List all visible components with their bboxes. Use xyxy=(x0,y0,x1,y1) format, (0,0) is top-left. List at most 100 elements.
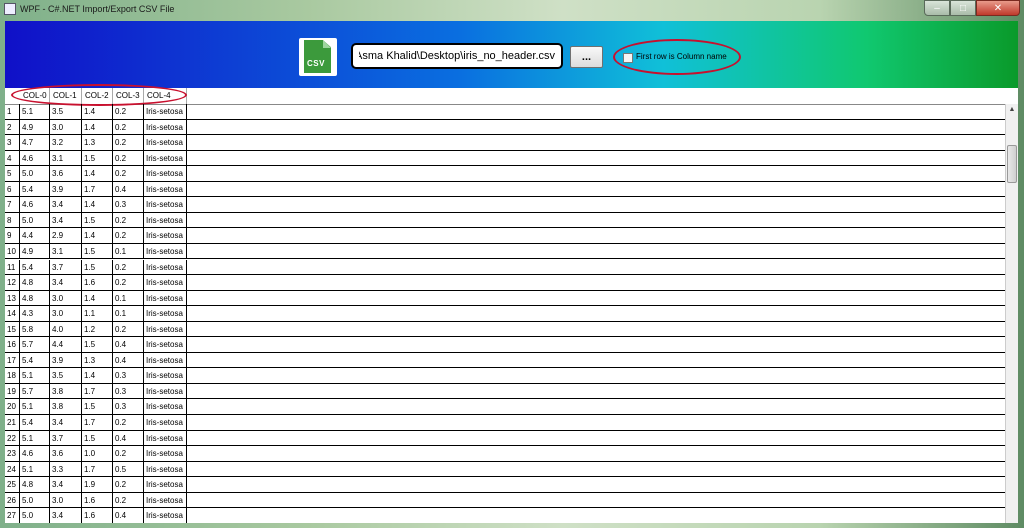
table-cell[interactable]: 0.4 xyxy=(113,352,144,368)
table-cell[interactable]: Iris-setosa xyxy=(144,104,187,119)
table-cell[interactable]: 1.1 xyxy=(82,306,113,322)
table-cell[interactable]: 0.2 xyxy=(113,321,144,337)
table-row[interactable]: 19 5.7 3.8 1.7 0.3 Iris-setosa xyxy=(5,383,1005,400)
table-cell[interactable]: 1.5 xyxy=(82,399,113,415)
table-cell[interactable]: 0.4 xyxy=(113,508,144,523)
table-cell[interactable]: Iris-setosa xyxy=(144,212,187,228)
table-row[interactable]: 9 4.4 2.9 1.4 0.2 Iris-setosa xyxy=(5,228,1005,244)
table-cell[interactable]: 5.7 xyxy=(20,337,50,353)
table-cell[interactable]: 0.2 xyxy=(113,259,144,275)
table-cell[interactable]: 1.2 xyxy=(82,321,113,337)
table-cell[interactable]: 0.2 xyxy=(113,119,144,135)
table-cell[interactable]: 4.6 xyxy=(20,150,50,166)
table-cell[interactable]: 3.9 xyxy=(50,181,82,197)
table-cell[interactable]: 1.5 xyxy=(82,150,113,166)
table-row[interactable]: 1 5.1 3.5 1.4 0.2 Iris-setosa xyxy=(5,104,1005,120)
table-cell[interactable]: 0.2 xyxy=(113,477,144,493)
table-cell[interactable]: 0.2 xyxy=(113,166,144,182)
table-row[interactable]: 3 4.7 3.2 1.3 0.2 Iris-setosa xyxy=(5,135,1005,151)
column-header-col-0[interactable]: COL-0 xyxy=(20,88,50,104)
table-cell[interactable]: 3.5 xyxy=(50,104,82,119)
table-row[interactable]: 10 4.9 3.1 1.5 0.1 Iris-setosa xyxy=(5,243,1005,260)
table-row[interactable]: 14 4.3 3.0 1.1 0.1 Iris-setosa xyxy=(5,306,1005,322)
table-cell[interactable]: Iris-setosa xyxy=(144,492,187,508)
table-cell[interactable]: 0.4 xyxy=(113,430,144,446)
browse-button[interactable]: ... xyxy=(570,46,603,68)
table-cell[interactable]: 5.1 xyxy=(20,104,50,119)
table-cell[interactable]: 0.2 xyxy=(113,275,144,291)
table-cell[interactable]: 3.3 xyxy=(50,461,82,477)
table-cell[interactable]: Iris-setosa xyxy=(144,399,187,415)
table-cell[interactable]: 3.7 xyxy=(50,259,82,275)
table-cell[interactable]: 3.7 xyxy=(50,430,82,446)
table-row[interactable]: 22 5.1 3.7 1.5 0.4 Iris-setosa xyxy=(5,430,1005,447)
table-cell[interactable]: 1.3 xyxy=(82,135,113,151)
table-row[interactable]: 2 4.9 3.0 1.4 0.2 Iris-setosa xyxy=(5,119,1005,136)
column-header-col-4[interactable]: COL-4 xyxy=(144,88,187,104)
table-cell[interactable]: 0.3 xyxy=(113,197,144,213)
table-cell[interactable]: 1.0 xyxy=(82,446,113,462)
table-cell[interactable]: 0.4 xyxy=(113,181,144,197)
table-cell[interactable]: 2.9 xyxy=(50,228,82,244)
csv-data-grid[interactable]: COL-0 COL-1 COL-2 COL-3 COL-4 1 5.1 3.5 1.4 0.2 I… xyxy=(5,84,1018,523)
table-cell[interactable]: 5.1 xyxy=(20,461,50,477)
app-window-icon[interactable] xyxy=(4,3,16,15)
table-cell[interactable]: Iris-setosa xyxy=(144,477,187,493)
table-cell[interactable]: Iris-setosa xyxy=(144,259,187,275)
table-cell[interactable]: 5.1 xyxy=(20,399,50,415)
table-cell[interactable]: 1.7 xyxy=(82,461,113,477)
table-cell[interactable]: 3.0 xyxy=(50,306,82,322)
table-cell[interactable]: 1.5 xyxy=(82,259,113,275)
table-cell[interactable]: 5.4 xyxy=(20,259,50,275)
table-cell[interactable]: 4.0 xyxy=(50,321,82,337)
table-cell[interactable]: 3.0 xyxy=(50,492,82,508)
table-cell[interactable]: 4.6 xyxy=(20,446,50,462)
table-row[interactable]: 17 5.4 3.9 1.3 0.4 Iris-setosa xyxy=(5,352,1005,369)
table-row[interactable]: 20 5.1 3.8 1.5 0.3 Iris-setosa xyxy=(5,399,1005,415)
table-cell[interactable]: 3.4 xyxy=(50,212,82,228)
table-cell[interactable]: Iris-setosa xyxy=(144,415,187,430)
table-cell[interactable]: Iris-setosa xyxy=(144,508,187,523)
table-cell[interactable]: 3.8 xyxy=(50,399,82,415)
table-cell[interactable]: 1.4 xyxy=(82,197,113,213)
table-cell[interactable]: Iris-setosa xyxy=(144,321,187,337)
table-cell[interactable]: 0.2 xyxy=(113,228,144,244)
table-cell[interactable]: 1.4 xyxy=(82,119,113,135)
table-cell[interactable]: 3.6 xyxy=(50,166,82,182)
table-cell[interactable]: 4.7 xyxy=(20,135,50,151)
table-cell[interactable]: 5.7 xyxy=(20,383,50,399)
table-row[interactable]: 15 5.8 4.0 1.2 0.2 Iris-setosa xyxy=(5,321,1005,338)
table-cell[interactable]: 3.4 xyxy=(50,477,82,493)
table-cell[interactable]: 3.0 xyxy=(50,119,82,135)
table-cell[interactable]: Iris-setosa xyxy=(144,135,187,151)
table-cell[interactable]: 1.3 xyxy=(82,352,113,368)
table-cell[interactable]: 3.8 xyxy=(50,383,82,399)
table-cell[interactable]: 3.4 xyxy=(50,508,82,523)
table-cell[interactable]: 1.4 xyxy=(82,228,113,244)
table-cell[interactable]: 0.2 xyxy=(113,212,144,228)
table-cell[interactable]: 0.2 xyxy=(113,135,144,151)
table-cell[interactable]: 0.3 xyxy=(113,368,144,384)
column-header-col-1[interactable]: COL-1 xyxy=(50,88,82,104)
table-cell[interactable]: Iris-setosa xyxy=(144,306,187,322)
table-cell[interactable]: 5.0 xyxy=(20,212,50,228)
column-header-col-3[interactable]: COL-3 xyxy=(113,88,144,104)
table-row[interactable]: 5 5.0 3.6 1.4 0.2 Iris-setosa xyxy=(5,166,1005,182)
table-cell[interactable]: 3.1 xyxy=(50,243,82,259)
first-row-header-checkbox[interactable] xyxy=(623,53,633,63)
table-cell[interactable]: 3.4 xyxy=(50,275,82,291)
table-cell[interactable]: 4.9 xyxy=(20,243,50,259)
table-cell[interactable]: Iris-setosa xyxy=(144,181,187,197)
table-row[interactable]: 8 5.0 3.4 1.5 0.2 Iris-setosa xyxy=(5,212,1005,229)
table-cell[interactable]: 0.2 xyxy=(113,150,144,166)
table-cell[interactable]: Iris-setosa xyxy=(144,461,187,477)
file-path-input[interactable]: C:\Users\Asma Khalid\Desktop\iris_no_hea… xyxy=(351,43,563,69)
table-cell[interactable]: 0.3 xyxy=(113,399,144,415)
table-cell[interactable]: 0.1 xyxy=(113,290,144,306)
table-row[interactable]: 7 4.6 3.4 1.4 0.3 Iris-setosa xyxy=(5,197,1005,213)
table-cell[interactable]: 1.4 xyxy=(82,290,113,306)
table-cell[interactable]: 1.7 xyxy=(82,383,113,399)
table-cell[interactable]: Iris-setosa xyxy=(144,119,187,135)
table-cell[interactable]: 4.8 xyxy=(20,477,50,493)
table-cell[interactable]: 5.4 xyxy=(20,415,50,430)
